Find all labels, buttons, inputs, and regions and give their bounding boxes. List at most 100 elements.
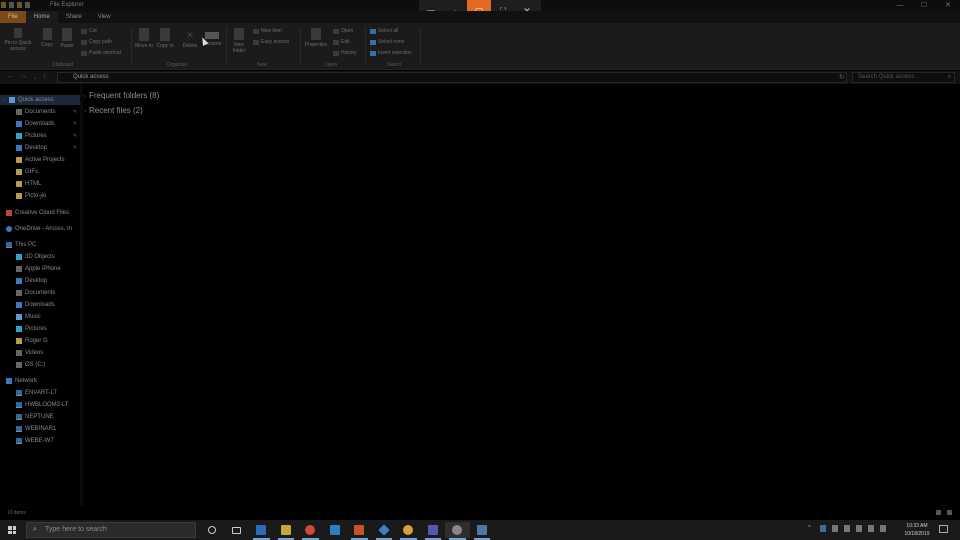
paste-shortcut-button[interactable]: Paste shortcut <box>81 49 121 57</box>
breadcrumb[interactable]: Quick access <box>73 74 109 80</box>
tab-file[interactable]: File <box>0 11 26 23</box>
new-item-button[interactable]: New item <box>253 27 282 35</box>
taskbar-app-snip-sketch[interactable] <box>445 522 470 540</box>
minimize-button[interactable]: — <box>888 0 912 11</box>
taskbar-app-file-explorer[interactable] <box>274 522 299 540</box>
taskbar-app-outlook[interactable] <box>249 522 274 540</box>
nav-item-pc-downloads[interactable]: Downloads <box>16 300 55 310</box>
easy-access-button[interactable]: Easy access <box>253 38 289 46</box>
back-icon[interactable]: ← <box>7 73 14 80</box>
new-folder-icon[interactable] <box>17 2 22 8</box>
nav-item-pc-pictures[interactable]: Pictures <box>16 324 47 334</box>
taskbar-app-task-view[interactable] <box>225 522 250 538</box>
recent-locations-icon[interactable]: ⌄ <box>33 75 37 81</box>
volume-icon[interactable] <box>880 525 886 532</box>
nav-item-onedrive[interactable]: OneDrive - Arcoss, In <box>6 224 72 234</box>
nav-item-quick-access[interactable]: ⌄ Quick access <box>0 95 80 105</box>
taskbar-search-input[interactable]: ⌕ Type here to search <box>26 522 196 538</box>
nav-item-creative-cloud[interactable]: Creative Cloud Files <box>6 208 69 218</box>
move-to-button[interactable]: Move to <box>135 28 153 49</box>
cut-button[interactable]: Cut <box>81 27 97 35</box>
delete-button[interactable]: ✕ Delete <box>180 30 200 49</box>
frequent-folders-header[interactable]: › Frequent folders (8) <box>84 91 159 100</box>
pin-icon[interactable]: ✎ <box>73 109 77 115</box>
pin-icon[interactable]: ✎ <box>73 133 77 139</box>
edit-button[interactable]: Edit <box>333 38 350 46</box>
copy-to-button[interactable]: Copy to <box>156 28 174 49</box>
select-all-icon <box>370 28 376 34</box>
tab-view[interactable]: View <box>90 11 119 23</box>
large-icons-view-icon[interactable] <box>947 510 952 515</box>
taskbar-app-clock[interactable] <box>396 522 421 540</box>
pin-quick-access-button[interactable]: Pin to Quick access <box>2 28 34 52</box>
usb-icon[interactable] <box>844 525 850 532</box>
nav-pane-scrollbar[interactable] <box>80 84 83 506</box>
pin-icon[interactable]: ✎ <box>73 121 77 127</box>
select-none-button[interactable]: Select none <box>370 38 404 46</box>
nav-item-documents[interactable]: Documents <box>16 107 55 117</box>
network-icon[interactable] <box>832 525 838 532</box>
search-input[interactable]: Search Quick access ⌕ <box>852 72 955 83</box>
battery-icon[interactable] <box>856 525 862 532</box>
nav-item-pictures[interactable]: Pictures <box>16 131 47 141</box>
nav-item-network-computer[interactable]: HWBLOOM2-LT <box>16 400 69 410</box>
nav-item-this-pc[interactable]: This PC <box>6 240 36 250</box>
taskbar-app-teams[interactable] <box>421 522 446 540</box>
nav-item-gifs[interactable]: GIFs <box>16 167 38 177</box>
taskbar-app-cortana[interactable] <box>200 522 225 538</box>
wifi-icon[interactable] <box>868 525 874 532</box>
nav-item-os-drive[interactable]: OS (C:) <box>16 360 45 370</box>
downloads-icon <box>16 302 22 308</box>
notification-center-icon[interactable] <box>939 525 948 533</box>
properties-button[interactable]: Properties <box>303 28 329 48</box>
app-tray-icon[interactable] <box>820 525 826 532</box>
tab-share[interactable]: Share <box>58 11 90 23</box>
chevron-up-icon[interactable]: ^ <box>808 525 814 532</box>
taskbar-app-settings[interactable] <box>470 522 495 540</box>
nav-item-desktop[interactable]: Desktop <box>16 143 47 153</box>
nav-item-network-computer[interactable]: WEBINAR1 <box>16 424 56 434</box>
nav-item-active-projects[interactable]: Active Projects <box>16 155 65 165</box>
open-button[interactable]: Open <box>333 27 353 35</box>
nav-item-videos[interactable]: Videos <box>16 348 43 358</box>
nav-item-pc-documents[interactable]: Documents <box>16 288 55 298</box>
taskbar-app-chrome[interactable] <box>298 522 323 540</box>
tab-home[interactable]: Home <box>25 11 58 23</box>
nav-item-network[interactable]: Network <box>6 376 37 386</box>
select-all-button[interactable]: Select all <box>370 27 398 35</box>
recent-files-header[interactable]: › Recent files (2) <box>84 106 143 115</box>
nav-item-picto-jio[interactable]: Picto-jio <box>16 191 46 201</box>
close-button[interactable]: ✕ <box>936 0 960 11</box>
nav-item-network-computer[interactable]: NEPTUNE <box>16 412 54 422</box>
nav-item-pc-desktop[interactable]: Desktop <box>16 276 47 286</box>
taskbar-app-network[interactable] <box>372 522 397 540</box>
copy-path-button[interactable]: Copy path <box>81 38 112 46</box>
nav-item-html[interactable]: HTML <box>16 179 41 189</box>
invert-selection-button[interactable]: Invert selection <box>370 49 412 57</box>
forward-icon[interactable]: → <box>20 73 27 80</box>
up-icon[interactable]: ↑ <box>43 73 47 80</box>
nav-item-roger-g[interactable]: Roger G <box>16 336 48 346</box>
paste-button[interactable]: Paste <box>58 28 76 49</box>
new-folder-button[interactable]: New folder <box>229 28 249 54</box>
customize-toolbar-icon[interactable] <box>25 2 30 8</box>
nav-item-network-computer[interactable]: ENVART-LT <box>16 388 57 398</box>
address-field[interactable]: Quick access ⌄ <box>57 72 847 83</box>
refresh-icon[interactable]: ↻ <box>839 73 845 81</box>
windows-start-icon[interactable] <box>8 526 16 534</box>
copy-button[interactable]: Copy <box>38 28 56 48</box>
taskbar-app-powerpoint[interactable] <box>347 522 372 540</box>
file-explorer-icon <box>280 525 291 535</box>
taskbar-clock[interactable]: 10:33 AM 10/18/2019 <box>897 522 937 538</box>
nav-item-music[interactable]: Music <box>16 312 41 322</box>
history-button[interactable]: History <box>333 49 357 57</box>
nav-item-downloads[interactable]: Downloads <box>16 119 55 129</box>
taskbar-app-edge[interactable] <box>323 522 348 538</box>
details-view-icon[interactable] <box>936 510 941 515</box>
nav-item-apple-iphone[interactable]: Apple iPhone <box>16 264 61 274</box>
properties-icon[interactable] <box>9 2 14 8</box>
nav-item-network-computer[interactable]: WEBE-W7 <box>16 436 54 446</box>
nav-item-3d-objects[interactable]: 3D Objects <box>16 252 55 262</box>
pin-icon[interactable]: ✎ <box>73 145 77 151</box>
maximize-button[interactable]: ☐ <box>912 0 936 11</box>
